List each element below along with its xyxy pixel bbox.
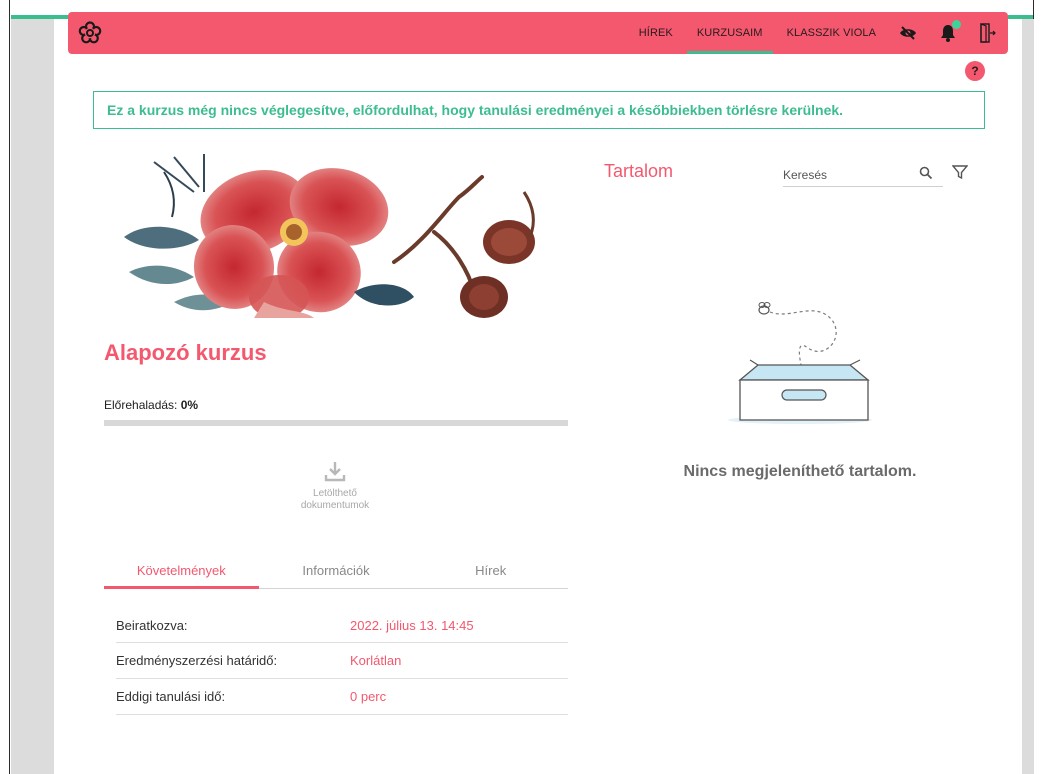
empty-box-icon: [728, 302, 872, 424]
downloadable-documents-label-line2: dokumentumok: [300, 500, 370, 511]
downloadable-documents-label-line1: Letölthető: [313, 488, 357, 499]
course-info-table: Beiratkozva: 2022. július 13. 14:45 Ered…: [116, 609, 568, 715]
content-search: [783, 163, 943, 187]
logout-door-icon: [980, 23, 996, 43]
eye-slash-icon: [900, 26, 916, 40]
download-icon: [324, 462, 346, 482]
page-gutter-left: [11, 19, 54, 774]
deadline-value: Korlátlan: [350, 653, 402, 668]
content-section-title: Tartalom: [604, 161, 674, 181]
enrolled-value: 2022. július 13. 14:45: [350, 618, 474, 633]
main-nav: HÍREK KURZUSAIM KLASSZIK VIOLA: [627, 12, 1008, 54]
tab-information[interactable]: Információk: [259, 559, 414, 588]
course-tabs: Követelmények Információk Hírek: [104, 559, 568, 589]
page-gutter-right: [1022, 19, 1034, 774]
search-icon[interactable]: [919, 166, 933, 180]
search-input[interactable]: [783, 163, 913, 185]
top-navigation-bar: HÍREK KURZUSAIM KLASSZIK VIOLA: [68, 12, 1008, 54]
downloadable-documents-button[interactable]: Letölthető dokumentumok: [250, 460, 420, 512]
course-cover-image: [124, 154, 535, 318]
learning-time-label: Eddigi tanulási idő:: [116, 689, 226, 704]
window-border-right: [1033, 0, 1047, 774]
learning-time-value: 0 perc: [350, 689, 387, 704]
help-button[interactable]: ?: [965, 61, 985, 81]
table-row: Beiratkozva: 2022. július 13. 14:45: [116, 609, 568, 643]
nav-item-news[interactable]: HÍREK: [627, 12, 685, 54]
logout-button[interactable]: [968, 12, 1008, 54]
progress-label-text: Előrehaladás:: [104, 398, 178, 412]
notification-dot: [952, 20, 961, 29]
table-row: Eddigi tanulási idő: 0 perc: [116, 679, 568, 715]
flower-logo-icon[interactable]: [78, 21, 102, 45]
deadline-label: Eredményszerzési határidő:: [116, 653, 278, 668]
progress-bar: [104, 420, 568, 426]
progress-value: 0%: [180, 398, 199, 412]
filter-icon[interactable]: [952, 164, 968, 180]
tab-requirements[interactable]: Követelmények: [104, 559, 259, 589]
tab-news[interactable]: Hírek: [413, 559, 568, 588]
course-title: Alapozó kurzus: [104, 340, 267, 365]
nav-item-my-courses[interactable]: KURZUSAIM: [685, 12, 775, 54]
empty-content-message: Nincs megjeleníthető tartalom.: [683, 463, 917, 480]
window-border-left: [0, 0, 10, 774]
enrolled-label: Beiratkozva:: [116, 618, 188, 633]
accessibility-toggle-button[interactable]: [888, 12, 928, 54]
progress-label: Előrehaladás: 0%: [104, 398, 198, 412]
notifications-button[interactable]: [928, 12, 968, 54]
course-not-finalized-notice: Ez a kurzus még nincs véglegesítve, előf…: [93, 91, 985, 129]
table-row: Eredményszerzési határidő: Korlátlan: [116, 643, 568, 679]
nav-item-user[interactable]: KLASSZIK VIOLA: [775, 12, 888, 54]
